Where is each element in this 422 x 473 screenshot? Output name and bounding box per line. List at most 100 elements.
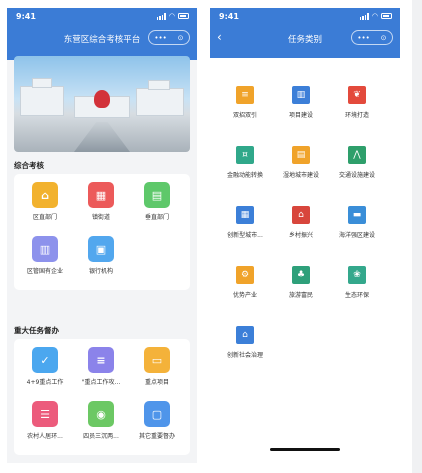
grid-item[interactable]: ✓ 4+9重点工作 [16, 347, 74, 386]
signal-icon [156, 12, 166, 20]
wifi-icon: ◠ [168, 12, 175, 20]
grid-item[interactable]: ▢ 其它重要督办 [128, 401, 186, 440]
screenshot-stage: 9:41 ◠ 东营区综合考核平台 ••• ⊙ 综合考核 ⌂ 区直部门 ▦ 镇街道 ▤ 垂直部… [0, 0, 422, 473]
category-label: 优势产业 [232, 292, 257, 299]
category-label: 湿地城市建设 [282, 172, 319, 179]
more-icon[interactable]: ••• [357, 34, 369, 42]
category-item[interactable]: ▤ 湿地城市建设 [272, 146, 330, 179]
home-screen: 9:41 ◠ 东营区综合考核平台 ••• ⊙ 综合考核 ⌂ 区直部门 ▦ 镇街道 ▤ 垂直部… [7, 8, 197, 463]
grid-item-label: 四员三沉两... [83, 433, 119, 440]
category-item[interactable]: ▬ 海洋强区建设 [328, 206, 386, 239]
grid-item[interactable]: ▤ 垂直部门 [128, 182, 186, 221]
grid-item[interactable]: ▣ 银行机构 [72, 236, 130, 275]
folder-icon: ▭ [144, 347, 170, 373]
category-label: 创新社会治理 [226, 352, 263, 359]
people-icon: ◉ [88, 401, 114, 427]
category-item[interactable]: ⚙ 优势产业 [216, 266, 274, 299]
chart-icon: ▥ [292, 86, 310, 104]
category-item[interactable]: ⋀ 交通设施建设 [328, 146, 386, 179]
grid-item-label: 重点项目 [144, 379, 169, 386]
category-label: 海洋强区建设 [338, 232, 375, 239]
close-circle-icon[interactable]: ⊙ [178, 34, 184, 42]
category-item[interactable]: ▦ 创新型城市... [216, 206, 274, 239]
more-icon[interactable]: ••• [154, 34, 166, 42]
home-indicator [270, 448, 340, 451]
grid-item-label: 其它重要督办 [138, 433, 175, 440]
signal-icon [359, 12, 369, 20]
category-item[interactable]: ⌂ 创新社会治理 [216, 326, 274, 359]
status-icons: ◠ [156, 12, 189, 20]
grid-item[interactable]: ▦ 镇街道 [72, 182, 130, 221]
status-time: 9:41 [16, 12, 36, 21]
category-item[interactable]: ≡ 双招双引 [216, 86, 274, 119]
eco-icon: ❀ [348, 266, 366, 284]
document-icon: ≡ [236, 86, 254, 104]
bank-icon: ⌂ [32, 182, 58, 208]
grid-item-label: 区直部门 [32, 214, 57, 221]
category-screen: 9:41 ◠ ‹ 任务类别 ••• ⊙ ≡ 双招双引 ▥ 项目建设 ❦ 环境打造 ¤ 金融动能… [210, 8, 400, 463]
page-edge [412, 0, 422, 473]
village-icon: ⌂ [292, 206, 310, 224]
list-icon: ☰ [32, 401, 58, 427]
community-icon: ⌂ [236, 326, 254, 344]
ship-icon: ▬ [348, 206, 366, 224]
grid-item-label: 区管国有企业 [26, 268, 63, 275]
map-icon: ▦ [88, 182, 114, 208]
grid-item[interactable]: ◉ 四员三沉两... [72, 401, 130, 440]
palm-tree-icon: ♣ [292, 266, 310, 284]
industry-icon: ⚙ [236, 266, 254, 284]
category-label: 交通设施建设 [338, 172, 375, 179]
grid-item-label: 银行机构 [88, 268, 113, 275]
grid-item[interactable]: ▭ 重点项目 [128, 347, 186, 386]
category-label: 环境打造 [344, 112, 369, 119]
grid-item[interactable]: ≡ "重点工作攻... [72, 347, 130, 386]
grid-item-label: "重点工作攻... [81, 379, 121, 386]
road-icon: ⋀ [348, 146, 366, 164]
section-card: ✓ 4+9重点工作 ≡ "重点工作攻... ▭ 重点项目 ☰ 农村人居环... ◉ 四员三沉两..… [14, 339, 190, 455]
category-label: 生态环保 [344, 292, 369, 299]
category-label: 旅游富民 [288, 292, 313, 299]
bank-building-icon: ▣ [88, 236, 114, 262]
clipboard-icon: ▢ [144, 401, 170, 427]
section-title: 重大任务督办 [14, 326, 59, 335]
hand-leaf-icon: ❦ [348, 86, 366, 104]
category-label: 双招双引 [232, 112, 257, 119]
category-item[interactable]: ❦ 环境打造 [328, 86, 386, 119]
status-icons: ◠ [359, 12, 392, 20]
checklist-icon: ✓ [32, 347, 58, 373]
wifi-icon: ◠ [371, 12, 378, 20]
grid-item-label: 垂直部门 [144, 214, 169, 221]
section-title: 综合考核 [14, 161, 44, 170]
enterprise-icon: ▥ [32, 236, 58, 262]
banner-image [14, 56, 190, 152]
document-icon: ≡ [88, 347, 114, 373]
mini-program-capsule[interactable]: ••• ⊙ [148, 30, 190, 45]
money-icon: ¤ [236, 146, 254, 164]
category-item[interactable]: ▥ 项目建设 [272, 86, 330, 119]
grid-item[interactable]: ☰ 农村人居环... [16, 401, 74, 440]
category-label: 金融动能转换 [226, 172, 263, 179]
buildings-icon: ▦ [236, 206, 254, 224]
grid-item-label: 4+9重点工作 [26, 379, 64, 386]
category-item[interactable]: ♣ 旅游富民 [272, 266, 330, 299]
section-card: ⌂ 区直部门 ▦ 镇街道 ▤ 垂直部门 ▥ 区管国有企业 ▣ 银行机构 [14, 174, 190, 290]
battery-icon [178, 13, 189, 19]
category-item[interactable]: ¤ 金融动能转换 [216, 146, 274, 179]
sculpture-icon [94, 90, 110, 108]
category-item[interactable]: ❀ 生态环保 [328, 266, 386, 299]
category-label: 项目建设 [288, 112, 313, 119]
close-circle-icon[interactable]: ⊙ [381, 34, 387, 42]
top-nav-bar: 9:41 ◠ ‹ 任务类别 ••• ⊙ [210, 8, 400, 58]
grid-item[interactable]: ⌂ 区直部门 [16, 182, 74, 221]
city-icon: ▤ [292, 146, 310, 164]
building-icon: ▤ [144, 182, 170, 208]
category-label: 创新型城市... [227, 232, 263, 239]
grid-item[interactable]: ▥ 区管国有企业 [16, 236, 74, 275]
top-nav-bar: 9:41 ◠ 东营区综合考核平台 ••• ⊙ [7, 8, 197, 60]
status-time: 9:41 [219, 12, 239, 21]
category-item[interactable]: ⌂ 乡村振兴 [272, 206, 330, 239]
category-label: 乡村振兴 [288, 232, 313, 239]
mini-program-capsule[interactable]: ••• ⊙ [351, 30, 393, 45]
grid-item-label: 农村人居环... [27, 433, 63, 440]
grid-item-label: 镇街道 [91, 214, 110, 221]
